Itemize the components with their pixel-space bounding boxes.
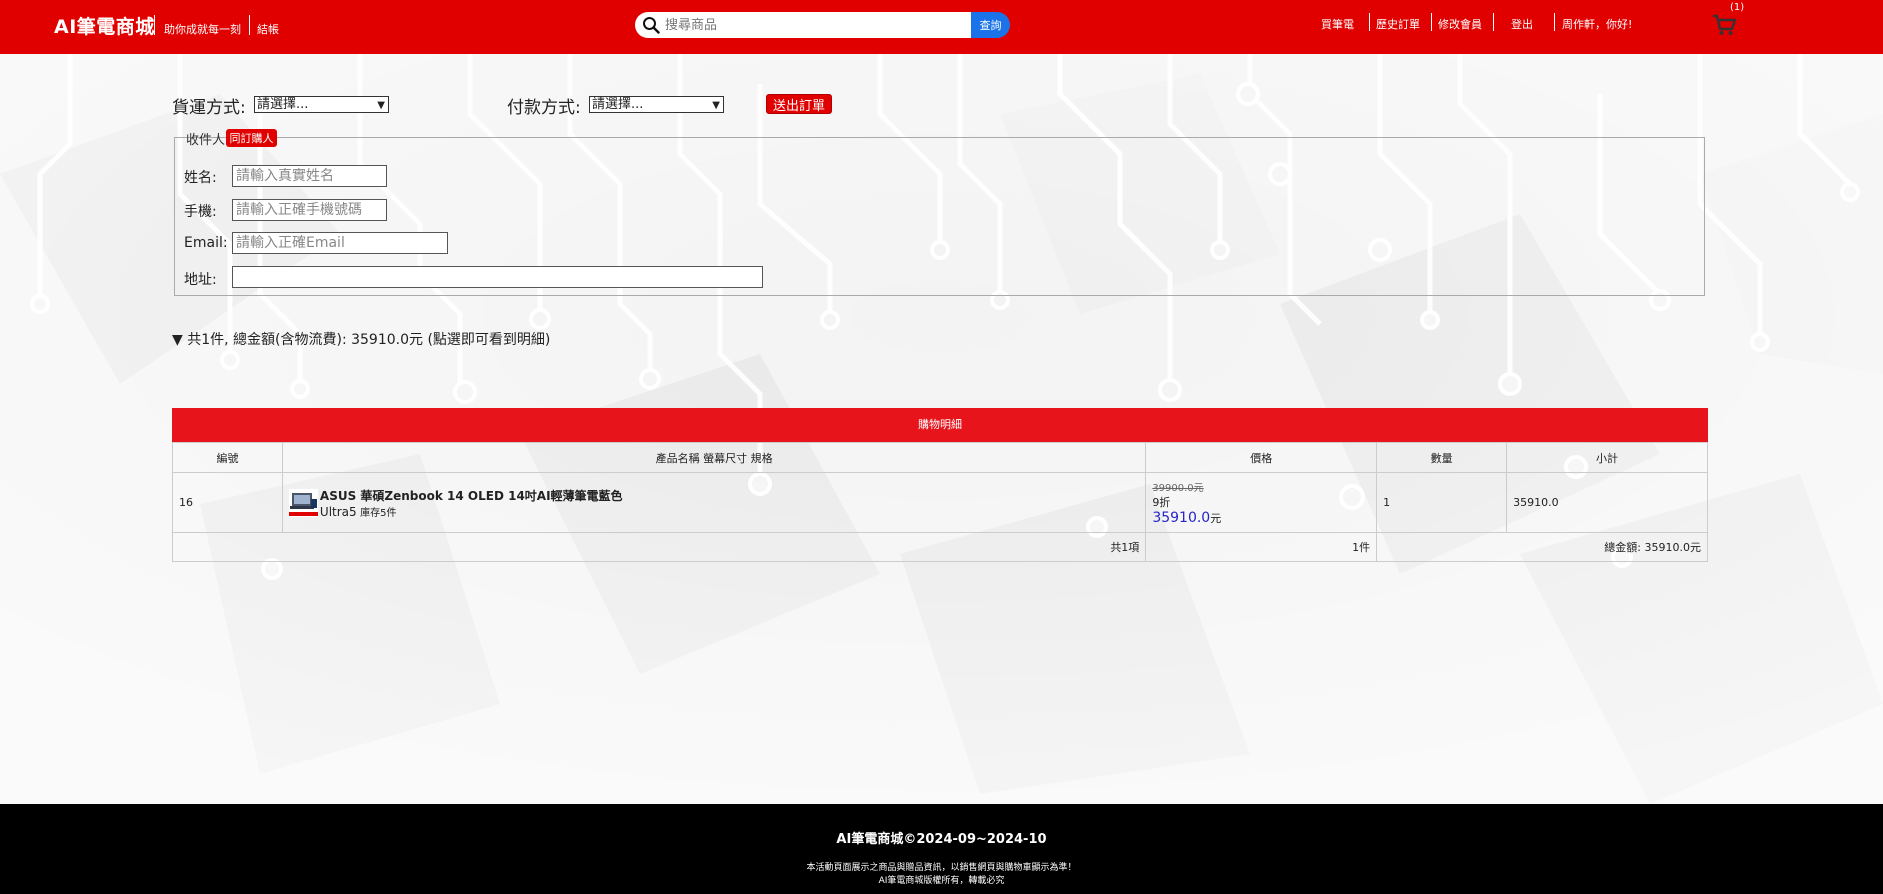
email-field[interactable]	[232, 232, 448, 254]
cart-count-badge: (1)	[1730, 2, 1745, 13]
nav-buy-laptop[interactable]: 買筆電	[1321, 16, 1354, 32]
name-label: 姓名:	[184, 170, 217, 186]
nav-order-history[interactable]: 歷史訂單	[1376, 16, 1420, 32]
search-button[interactable]: 查詢	[971, 12, 1010, 38]
discount-label: 9折	[1152, 496, 1171, 509]
address-field[interactable]	[232, 266, 763, 288]
column-header: 數量	[1376, 442, 1508, 473]
item-count: 共1項	[171, 532, 1147, 562]
product-spec: Ultra5	[319, 504, 357, 519]
payment-select[interactable]: 請選擇... ▼	[589, 96, 724, 113]
column-header: 產品名稱 螢幕尺寸 規格	[281, 442, 1147, 473]
email-label: Email:	[184, 235, 228, 251]
subtotal-cell: 35910.0	[1506, 472, 1708, 533]
checkout-page: 貨運方式: 請選擇... ▼ 付款方式: 請選擇... ▼ 送出訂單 收件人 同…	[0, 0, 1883, 894]
chevron-down-icon: ▼	[712, 100, 720, 111]
nav-edit-profile[interactable]: 修改會員	[1438, 16, 1482, 32]
slogan: 助你成就每一刻	[164, 23, 241, 36]
table-header-row: 編號 產品名稱 螢幕尺寸 規格 價格 數量 小計	[172, 442, 1708, 473]
price-unit: 元	[1210, 512, 1222, 525]
submit-order-button[interactable]: 送出訂單	[766, 94, 832, 114]
shipping-select[interactable]: 請選擇... ▼	[254, 96, 389, 113]
column-header: 價格	[1145, 442, 1378, 473]
checkout-link[interactable]: 結帳	[257, 21, 279, 37]
user-greeting: 周作軒，你好!	[1562, 18, 1633, 31]
grand-total: 總金額: 35910.0元	[1376, 532, 1708, 562]
phone-field[interactable]	[232, 199, 387, 221]
divider	[249, 15, 250, 35]
nav-logout[interactable]: 登出	[1511, 16, 1533, 32]
search-box	[635, 12, 971, 38]
divider	[1554, 13, 1555, 31]
cart-icon[interactable]	[1710, 10, 1738, 38]
quantity-cell: 1	[1376, 472, 1508, 533]
column-header: 編號	[172, 442, 283, 473]
order-summary-toggle[interactable]: ▼ 共1件, 總金額(含物流費): 35910.0元 (點選即可看到明細)	[172, 329, 550, 349]
search-icon	[643, 17, 660, 34]
payment-label: 付款方式:	[507, 98, 581, 118]
phone-label: 手機:	[184, 204, 217, 220]
name-field[interactable]	[232, 165, 387, 187]
table-row: 16 ASUS 華碩Zenbook 14 OLED 14吋AI輕薄筆電藍色 Ul…	[172, 472, 1708, 533]
cart-table-title: 購物明細	[172, 408, 1708, 442]
footer-rights: AI筆電商城版權所有，轉載必究	[878, 876, 1005, 886]
address-label: 地址:	[184, 272, 217, 288]
search-input[interactable]	[665, 15, 960, 35]
payment-selected-value: 請選擇...	[592, 97, 644, 112]
divider	[1369, 13, 1370, 31]
divider	[1431, 13, 1432, 31]
column-header: 小計	[1506, 442, 1708, 473]
divider	[1493, 13, 1494, 31]
quantity-total: 1件	[1145, 532, 1378, 562]
product-name[interactable]: ASUS 華碩Zenbook 14 OLED 14吋AI輕薄筆電藍色	[320, 487, 623, 504]
original-price: 39900.0元	[1152, 483, 1204, 494]
footer-copyright: AI筆電商城©2024-09~2024-10	[836, 832, 1047, 847]
footer-disclaimer: 本活動頁面展示之商品與贈品資訊，以銷售網頁與購物車顯示為準！	[806, 863, 1077, 873]
brand-logo[interactable]: AI筆電商城	[54, 12, 155, 39]
product-cell: ASUS 華碩Zenbook 14 OLED 14吋AI輕薄筆電藍色 Ultra…	[281, 472, 1147, 533]
same-as-buyer-button[interactable]: 同訂購人	[226, 129, 277, 147]
product-thumbnail[interactable]	[288, 488, 318, 517]
table-footer-row: 共1項 1件 總金額: 35910.0元	[171, 532, 1708, 562]
shipping-selected-value: 請選擇...	[257, 97, 309, 112]
product-stock: 庫存5件	[360, 507, 397, 519]
discounted-price: 35910.0	[1152, 510, 1211, 526]
chevron-down-icon: ▼	[377, 100, 385, 111]
price-cell: 39900.0元 9折 35910.0元	[1145, 472, 1378, 533]
divider	[154, 15, 155, 35]
top-nav-bar: AI筆電商城 助你成就每一刻 結帳 查詢 買筆電 歷史訂單 修改會員 登出 周作…	[0, 0, 1883, 54]
item-id: 16	[172, 472, 283, 533]
recipient-legend: 收件人	[186, 133, 226, 148]
site-footer: AI筆電商城©2024-09~2024-10 本活動頁面展示之商品與贈品資訊，以…	[0, 804, 1883, 894]
cart-table: 編號 產品名稱 螢幕尺寸 規格 價格 數量 小計 16 ASUS 華碩Zenbo…	[171, 442, 1708, 562]
shipping-label: 貨運方式:	[172, 98, 246, 118]
